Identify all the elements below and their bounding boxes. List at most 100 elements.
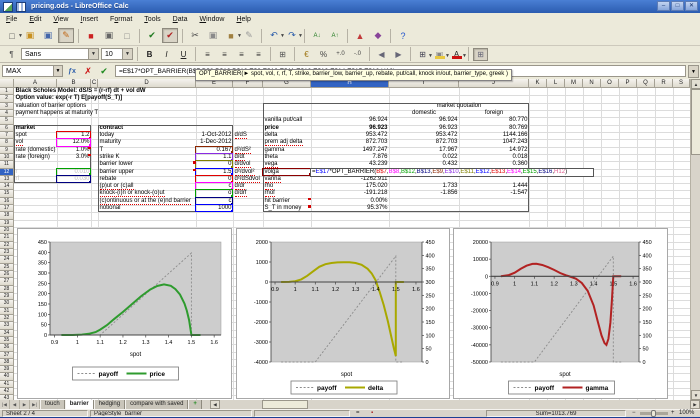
cell-H11[interactable]: 43.239 <box>311 161 389 168</box>
row-header-38[interactable]: 38 <box>0 359 14 366</box>
accept-icon[interactable]: ✔ <box>97 65 111 78</box>
merge-cells-icon[interactable]: ⊞ <box>275 48 290 61</box>
cell-I4[interactable]: domestic <box>389 110 459 117</box>
insert-chart-icon[interactable]: ▲ <box>352 28 368 43</box>
auto-spellcheck-icon[interactable]: ✔ <box>162 28 178 43</box>
cell-D12[interactable]: barrier upper <box>98 169 196 176</box>
italic-icon[interactable]: I <box>159 48 174 61</box>
underline-icon[interactable]: U <box>176 48 191 61</box>
sheet-nav-prev-icon[interactable]: ◀ <box>10 400 20 409</box>
increase-indent-icon[interactable]: ▶ <box>391 48 406 61</box>
cell-G8[interactable]: prem adj delta <box>263 139 311 146</box>
sheet-nav-first-icon[interactable]: |◀ <box>0 400 10 409</box>
cell-F9[interactable]: d²/dS² <box>233 147 263 154</box>
row-header-36[interactable]: 36 <box>0 344 14 351</box>
row-header-23[interactable]: 23 <box>0 249 14 256</box>
column-header-Q[interactable]: Q <box>637 79 655 88</box>
cell-H15[interactable]: -191.218 <box>311 190 389 197</box>
redo-icon[interactable]: ↷▼ <box>284 28 300 43</box>
font-color-icon[interactable]: A▼ <box>449 48 464 61</box>
cell-J9[interactable]: 14.972 <box>459 147 529 154</box>
cell-A8[interactable]: vol <box>14 139 57 146</box>
cell-A4[interactable]: payment happens at maturity T <box>14 110 57 117</box>
cell-F12[interactable]: d²/dvol² <box>233 169 263 176</box>
cell-A9[interactable]: rate (domestic) <box>14 147 57 154</box>
row-header-25[interactable]: 25 <box>0 264 14 271</box>
cell-J4[interactable]: foreign <box>459 110 529 117</box>
cell-I11[interactable]: 0.432 <box>389 161 459 168</box>
cell-H10[interactable]: 7.876 <box>311 154 389 161</box>
cell-B9[interactable]: 1.0% <box>57 147 91 154</box>
delete-decimal-icon[interactable]: -.0 <box>350 48 365 61</box>
cell-J5[interactable]: 80.770 <box>459 117 529 124</box>
borders-icon[interactable]: ⊞▼ <box>415 48 430 61</box>
column-header-N[interactable]: N <box>583 79 601 88</box>
row-header-27[interactable]: 27 <box>0 278 14 285</box>
add-decimal-icon[interactable]: +.0 <box>333 48 348 61</box>
row-header-24[interactable]: 24 <box>0 256 14 263</box>
row-header-15[interactable]: 15 <box>0 190 14 197</box>
cell-A10[interactable]: rate (foreign) <box>14 154 57 161</box>
row-header-26[interactable]: 26 <box>0 271 14 278</box>
row-header-9[interactable]: 9 <box>0 147 14 154</box>
chart-gamma[interactable]: 20000100000-10000-20000-30000-40000-5000… <box>453 228 668 399</box>
sort-descending-icon[interactable]: A↑ <box>327 28 343 43</box>
menu-file[interactable]: File <box>0 13 23 26</box>
row-header-19[interactable]: 19 <box>0 220 14 227</box>
row-header-6[interactable]: 6 <box>0 125 14 132</box>
cell-G16[interactable]: hit barrier <box>263 198 311 205</box>
menu-insert[interactable]: Insert <box>74 13 104 26</box>
cell-J10[interactable]: 0.018 <box>459 154 529 161</box>
cell-J7[interactable]: 1144.166 <box>459 132 529 139</box>
cell-B10[interactable]: 3.0% <box>57 154 91 161</box>
styles-icon[interactable]: ¶ <box>4 48 19 61</box>
cell-G13[interactable]: vanna <box>263 176 311 183</box>
cell-H7[interactable]: 953.472 <box>311 132 389 139</box>
cancel-icon[interactable]: ✗ <box>81 65 95 78</box>
cell-I6[interactable]: 96.923 <box>389 125 459 132</box>
cell-A7[interactable]: spot <box>14 132 57 139</box>
copy-icon[interactable]: ▣ <box>205 28 221 43</box>
cell-G7[interactable]: delta <box>263 132 311 139</box>
undo-icon[interactable]: ↶▼ <box>266 28 282 43</box>
scroll-down-icon[interactable]: ▼ <box>691 390 700 400</box>
font-name-combo[interactable]: Sans▼ <box>21 48 99 60</box>
cell-F10[interactable]: d/dt <box>233 154 263 161</box>
cell-J6[interactable]: 80.769 <box>459 125 529 132</box>
function-wizard-icon[interactable]: ƒx <box>65 65 79 78</box>
cell-D17[interactable]: notional <box>98 205 196 212</box>
row-header-20[interactable]: 20 <box>0 227 14 234</box>
font-size-dropdown-icon[interactable]: ▼ <box>122 49 132 59</box>
maximize-button[interactable]: □ <box>671 1 684 11</box>
currency-icon[interactable]: € <box>299 48 314 61</box>
row-header-10[interactable]: 10 <box>0 154 14 161</box>
row-header-18[interactable]: 18 <box>0 212 14 219</box>
sheet-area-icon[interactable]: ⊞ <box>473 48 488 61</box>
row-header-8[interactable]: 8 <box>0 139 14 146</box>
cell-D16[interactable]: (c)ontinuous or at the (e)nd barrier <box>98 198 196 205</box>
minimize-button[interactable]: – <box>657 1 670 11</box>
cell-A1[interactable]: Black Scholes Model: dS/S = (r-rf) dt + … <box>14 88 57 95</box>
row-header-1[interactable]: 1 <box>0 88 14 95</box>
sheet-tab-touch[interactable]: touch <box>40 400 65 409</box>
column-header-S[interactable]: S <box>673 79 690 88</box>
row-header-28[interactable]: 28 <box>0 286 14 293</box>
cell-I8[interactable]: 872.703 <box>389 139 459 146</box>
cell-D8[interactable]: maturity <box>98 139 196 146</box>
name-box-dropdown-icon[interactable]: ▼ <box>54 65 63 77</box>
column-header-L[interactable]: L <box>547 79 565 88</box>
scroll-up-icon[interactable]: ▲ <box>691 79 700 89</box>
menu-data[interactable]: Data <box>167 13 194 26</box>
cell-F14[interactable]: d/dr <box>233 183 263 190</box>
cell-A6[interactable]: market <box>14 125 57 132</box>
column-header-K[interactable]: K <box>529 79 547 88</box>
cell-I5[interactable]: 96.924 <box>389 117 459 124</box>
cell-I9[interactable]: 17.967 <box>389 147 459 154</box>
align-justify-icon[interactable]: ≡ <box>251 48 266 61</box>
cell-G17[interactable]: S_T in money <box>263 205 311 212</box>
cut-icon[interactable]: ✂ <box>187 28 203 43</box>
cell-F7[interactable]: d/dS <box>233 132 263 139</box>
row-header-16[interactable]: 16 <box>0 198 14 205</box>
cell-D6[interactable]: contract <box>98 125 196 132</box>
row-header-13[interactable]: 13 <box>0 176 14 183</box>
